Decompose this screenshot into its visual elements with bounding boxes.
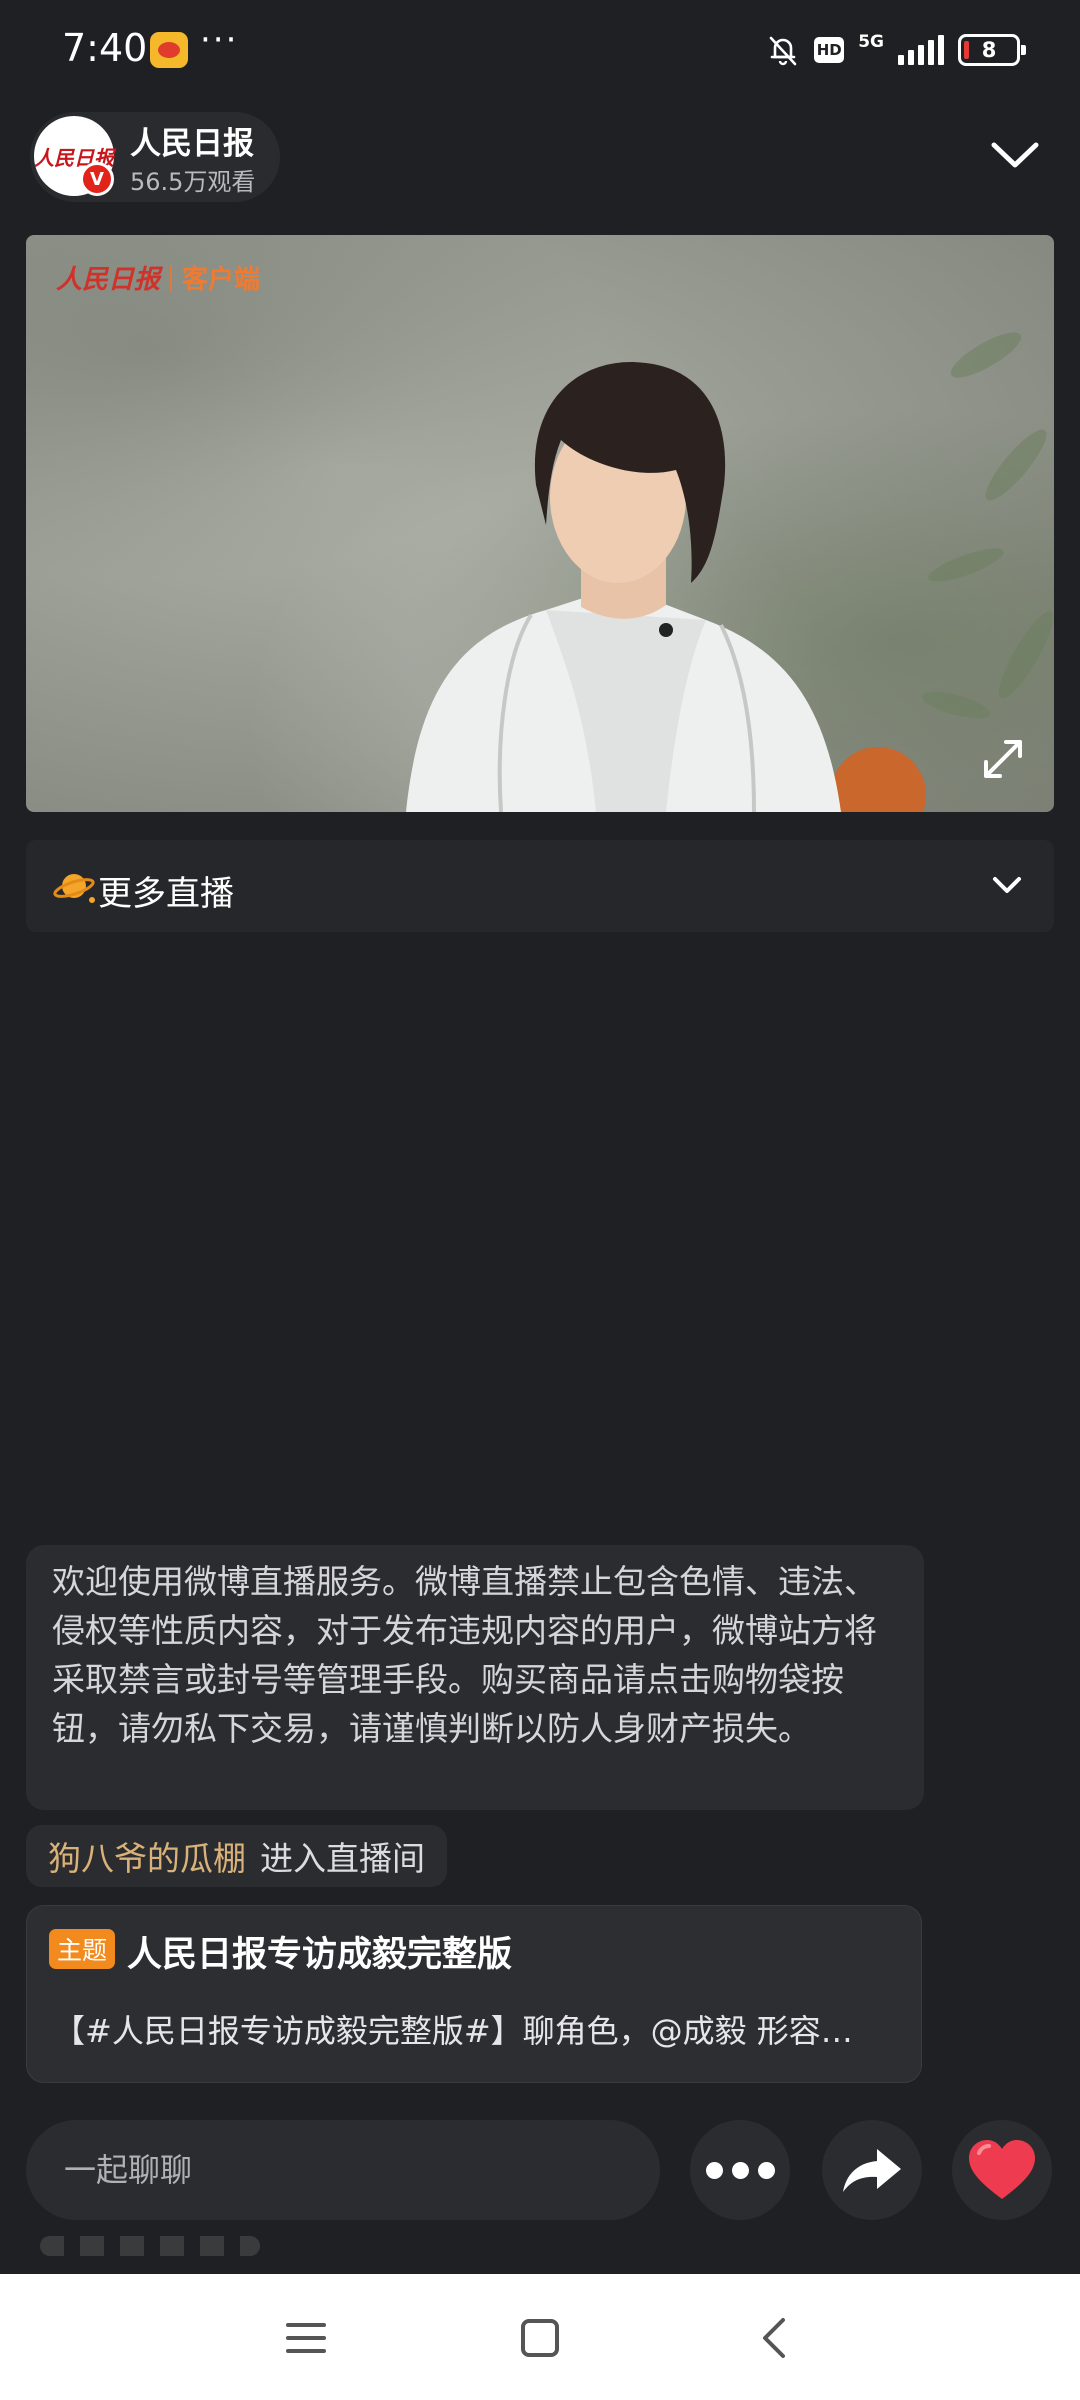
more-dots-icon	[705, 2161, 775, 2179]
network-type-label: 5G	[858, 31, 884, 52]
weibo-app-icon	[150, 32, 188, 68]
system-navigation-bar	[0, 2274, 1080, 2400]
hd-voice-icon: HD	[814, 37, 845, 63]
video-watermark: 人民日报 客户端	[56, 259, 260, 296]
live-header: 人民日报 V 人民日报 56.5万观看	[0, 100, 1080, 230]
system-notice-message: 欢迎使用微博直播服务。微博直播禁止包含色情、违法、侵权等性质内容，对于发布违规内…	[26, 1545, 924, 1810]
watermark-text: 客户端	[182, 265, 261, 295]
topic-badge: 主题	[49, 1929, 115, 1969]
battery-icon: 8	[958, 34, 1026, 66]
watermark-logo: 人民日报	[56, 265, 161, 295]
viewer-count: 56.5万观看	[130, 168, 256, 196]
home-button[interactable]	[512, 2310, 568, 2366]
share-button[interactable]	[822, 2120, 922, 2220]
heart-icon	[969, 2140, 1035, 2199]
watermark-divider	[170, 264, 173, 291]
enter-room-text: 进入直播间	[260, 1839, 425, 1878]
back-button[interactable]	[746, 2310, 802, 2366]
more-notifications-icon: ···	[200, 20, 239, 60]
chat-username[interactable]: 狗八爷的瓜棚	[48, 1832, 246, 1880]
status-bar: 7:40 ··· HD 5G 8	[0, 0, 1080, 100]
topic-title: 人民日报专访成毅完整版	[127, 1935, 513, 1975]
topic-description: 【#人民日报专访成毅完整版#】聊角色，@成毅 形容…	[53, 2012, 853, 2050]
topic-card[interactable]: 主题 人民日报专访成毅完整版 【#人民日报专访成毅完整版#】聊角色，@成毅 形容…	[26, 1905, 922, 2083]
battery-level: 8	[981, 38, 997, 62]
presenter-video-frame	[406, 332, 1054, 812]
signal-strength-icon	[898, 35, 944, 65]
more-live-label: 更多直播	[98, 874, 234, 914]
faded-chat-row	[40, 2236, 260, 2256]
chat-input[interactable]	[26, 2120, 660, 2220]
collapse-chevron-icon[interactable]	[986, 130, 1044, 180]
fullscreen-icon[interactable]	[980, 736, 1026, 782]
live-video-player[interactable]: 人民日报 客户端	[26, 235, 1054, 812]
user-entered-message: 狗八爷的瓜棚 进入直播间	[26, 1825, 447, 1887]
more-options-button[interactable]	[690, 2120, 790, 2220]
menu-icon	[286, 2323, 326, 2353]
mute-bell-icon	[769, 36, 797, 66]
recent-apps-button[interactable]	[278, 2310, 334, 2366]
like-button[interactable]	[952, 2120, 1052, 2220]
more-live-bar[interactable]: 更多直播	[26, 840, 1054, 932]
share-arrow-icon	[843, 2149, 901, 2192]
planet-icon	[53, 874, 95, 903]
back-arrow-icon	[763, 2318, 785, 2358]
verified-badge-icon: V	[80, 162, 114, 196]
status-time: 7:40	[62, 26, 148, 70]
home-square-icon	[521, 2319, 559, 2357]
status-indicators: HD 5G 8	[766, 28, 1026, 72]
channel-name[interactable]: 人民日报	[130, 118, 254, 163]
chevron-down-icon[interactable]	[990, 870, 1024, 900]
